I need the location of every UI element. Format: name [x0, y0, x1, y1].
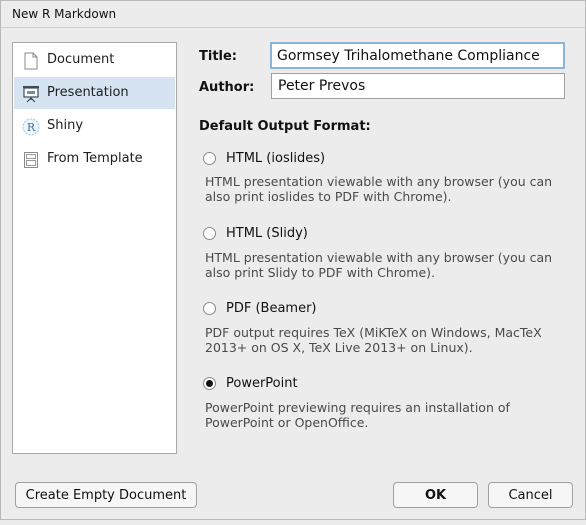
title-bar[interactable]: New R Markdown [1, 1, 585, 28]
powerpoint-radio[interactable] [203, 377, 216, 390]
author-label: Author: [199, 80, 255, 95]
sidebar-item-label: Document [47, 52, 115, 67]
beamer-description: PDF output requires TeX (MiKTeX on Windo… [205, 325, 542, 355]
sidebar-item-shiny[interactable]: R Shiny [14, 110, 175, 142]
sidebar-item-from-template[interactable]: From Template [14, 143, 175, 175]
cancel-button[interactable]: Cancel [488, 482, 573, 508]
powerpoint-description: PowerPoint previewing requires an instal… [205, 400, 510, 430]
sidebar-item-label: Presentation [47, 85, 129, 100]
beamer-label[interactable]: PDF (Beamer) [226, 301, 317, 316]
svg-text:R: R [27, 121, 36, 134]
title-label: Title: [199, 49, 238, 64]
sidebar-item-label: Shiny [47, 118, 84, 133]
slidy-description: HTML presentation viewable with any brow… [205, 250, 553, 280]
output-format-heading: Default Output Format: [199, 119, 371, 134]
beamer-radio[interactable] [203, 302, 216, 315]
author-input[interactable] [271, 73, 565, 99]
template-type-list: Document Presentation R Shiny From Templ… [12, 42, 177, 454]
slidy-radio[interactable] [203, 227, 216, 240]
window-title: New R Markdown [12, 7, 117, 21]
ioslides-description: HTML presentation viewable with any brow… [205, 174, 553, 204]
presentation-icon [22, 85, 40, 103]
shiny-r-icon: R [22, 118, 40, 136]
new-r-markdown-dialog: New R Markdown Document Presentation R S… [0, 0, 586, 520]
template-icon [22, 151, 40, 169]
title-input[interactable] [270, 42, 565, 69]
powerpoint-label[interactable]: PowerPoint [226, 376, 298, 391]
ioslides-radio[interactable] [203, 152, 216, 165]
create-empty-document-button[interactable]: Create Empty Document [15, 482, 197, 508]
document-icon [22, 52, 40, 70]
sidebar-item-label: From Template [47, 151, 143, 166]
ok-button[interactable]: OK [393, 482, 478, 508]
sidebar-item-document[interactable]: Document [14, 44, 175, 76]
sidebar-item-presentation[interactable]: Presentation [14, 77, 175, 109]
ioslides-label[interactable]: HTML (ioslides) [226, 151, 325, 166]
slidy-label[interactable]: HTML (Slidy) [226, 226, 308, 241]
